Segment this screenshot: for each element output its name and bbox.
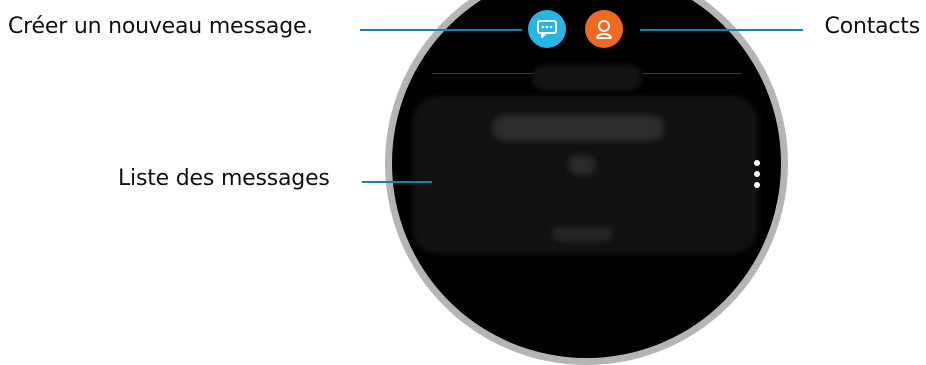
- vertical-ellipsis-icon[interactable]: [754, 160, 760, 188]
- top-divider-left: [432, 73, 542, 74]
- top-divider-right: [642, 73, 742, 74]
- message-list-item-footer: [552, 227, 612, 241]
- new-message-callout-label: Créer un nouveau message.: [8, 14, 314, 39]
- new-message-leader-line: [360, 29, 522, 31]
- message-list-leader-line: [362, 181, 432, 183]
- header-placeholder: [532, 65, 642, 91]
- message-list-callout-label: Liste des messages: [118, 166, 330, 191]
- contacts-leader-line: [640, 29, 803, 31]
- speech-bubble-dots-icon[interactable]: [528, 10, 566, 48]
- person-outline-icon[interactable]: [585, 10, 623, 48]
- message-list-item-title: [492, 115, 664, 141]
- message-list-item-icon: [568, 155, 596, 175]
- contacts-callout-label: Contacts: [824, 14, 921, 39]
